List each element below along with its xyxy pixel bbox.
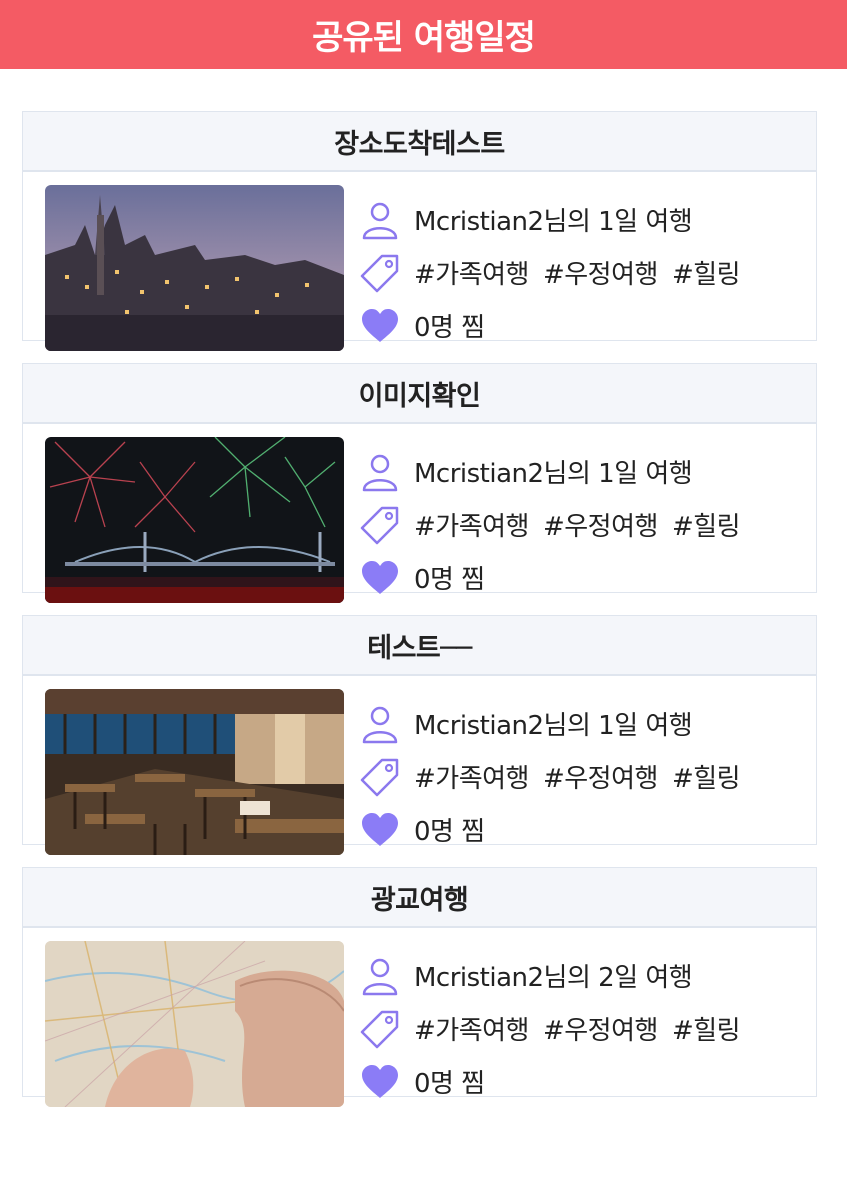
trip-card-body: Mcristian2님의 1일 여행 #가족여행 #우정여행 #힐링 0명 찜 (23, 676, 816, 855)
tag-label[interactable]: #힐링 (672, 260, 741, 290)
tag-label[interactable]: #가족여행 (414, 764, 529, 794)
likes-count: 0명 찜 (414, 817, 485, 847)
tag-label[interactable]: #우정여행 (543, 512, 658, 542)
tag-label[interactable]: #힐링 (672, 1016, 741, 1046)
person-icon (360, 956, 400, 996)
tag-label[interactable]: #가족여행 (414, 260, 529, 290)
trip-thumbnail-restaurant[interactable] (45, 689, 344, 855)
trip-author: Mcristian2님의 2일 여행 (414, 963, 693, 993)
trip-card-body: Mcristian2님의 1일 여행 #가족여행 #우정여행 #힐링 0명 찜 (23, 172, 816, 351)
trip-card-body: Mcristian2님의 1일 여행 #가족여행 #우정여행 #힐링 0명 찜 (23, 424, 816, 603)
heart-icon[interactable] (360, 306, 400, 346)
trip-card-title[interactable]: 이미지확인 (23, 364, 816, 424)
tag-label[interactable]: #우정여행 (543, 764, 658, 794)
trip-thumbnail-fireworks[interactable] (45, 437, 344, 603)
heart-icon[interactable] (360, 558, 400, 598)
trip-info: Mcristian2님의 2일 여행 #가족여행 #우정여행 #힐링 0명 찜 (360, 941, 754, 1099)
likes-count: 0명 찜 (414, 313, 485, 343)
person-icon (360, 200, 400, 240)
person-icon (360, 704, 400, 744)
tag-label[interactable]: #우정여행 (543, 1016, 658, 1046)
trip-info: Mcristian2님의 1일 여행 #가족여행 #우정여행 #힐링 0명 찜 (360, 185, 754, 343)
tag-icon (360, 505, 400, 545)
trip-tags: #가족여행 #우정여행 #힐링 (414, 254, 754, 291)
trip-card-title[interactable]: 장소도착테스트 (23, 112, 816, 172)
trip-card[interactable]: 테스트── Mcristian2님의 1일 여행 #가족여행 #우정여행 #힐링… (22, 615, 817, 855)
tag-icon (360, 757, 400, 797)
trip-author: Mcristian2님의 1일 여행 (414, 711, 693, 741)
trip-tags: #가족여행 #우정여행 #힐링 (414, 506, 754, 543)
tag-label[interactable]: #우정여행 (543, 260, 658, 290)
trip-card[interactable]: 장소도착테스트 Mcristian2님의 1일 여행 #가족여행 #우정여행 #… (22, 111, 817, 351)
likes-count: 0명 찜 (414, 565, 485, 595)
tag-label[interactable]: #가족여행 (414, 512, 529, 542)
trip-author: Mcristian2님의 1일 여행 (414, 207, 693, 237)
trip-tags: #가족여행 #우정여행 #힐링 (414, 758, 754, 795)
person-icon (360, 452, 400, 492)
app-header: 공유된 여행일정 (0, 0, 847, 69)
tag-label[interactable]: #가족여행 (414, 1016, 529, 1046)
trip-list: 장소도착테스트 Mcristian2님의 1일 여행 #가족여행 #우정여행 #… (0, 69, 847, 1107)
trip-author: Mcristian2님의 1일 여행 (414, 459, 693, 489)
trip-card-body: Mcristian2님의 2일 여행 #가족여행 #우정여행 #힐링 0명 찜 (23, 928, 816, 1107)
trip-info: Mcristian2님의 1일 여행 #가족여행 #우정여행 #힐링 0명 찜 (360, 437, 754, 595)
trip-card[interactable]: 광교여행 Mcristian2님의 2일 여행 #가족여행 #우정여행 #힐링 … (22, 867, 817, 1107)
tag-icon (360, 253, 400, 293)
tag-label[interactable]: #힐링 (672, 764, 741, 794)
trip-thumbnail-map[interactable] (45, 941, 344, 1107)
tag-icon (360, 1009, 400, 1049)
trip-tags: #가족여행 #우정여행 #힐링 (414, 1010, 754, 1047)
likes-count: 0명 찜 (414, 1069, 485, 1099)
heart-icon[interactable] (360, 810, 400, 850)
trip-info: Mcristian2님의 1일 여행 #가족여행 #우정여행 #힐링 0명 찜 (360, 689, 754, 847)
trip-card[interactable]: 이미지확인 Mcristian2님의 1일 여행 #가족여행 #우정여행 #힐링… (22, 363, 817, 603)
trip-card-title[interactable]: 광교여행 (23, 868, 816, 928)
tag-label[interactable]: #힐링 (672, 512, 741, 542)
page-title: 공유된 여행일정 (312, 18, 536, 58)
trip-thumbnail-night-town[interactable] (45, 185, 344, 351)
heart-icon[interactable] (360, 1062, 400, 1102)
trip-card-title[interactable]: 테스트── (23, 616, 816, 676)
